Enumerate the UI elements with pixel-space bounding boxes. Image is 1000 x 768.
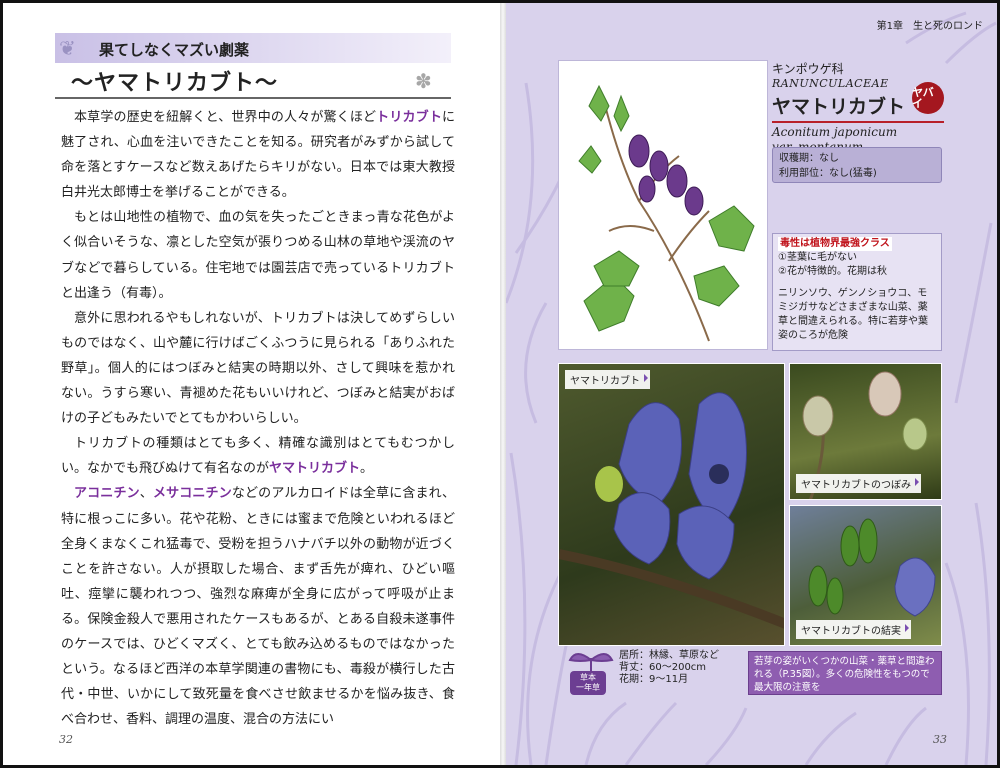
- section-header: ❦ 果てしなくマズい劇薬: [55, 33, 451, 63]
- body-text-run: などのアルカロイドは全草に含まれ、特に根っこに多い。花や花粉、ときには蜜まで危険…: [61, 486, 455, 728]
- family-kana: キンポウゲ科: [772, 62, 844, 76]
- section-header-text: 果てしなくマズい劇薬: [99, 41, 250, 59]
- fruit-photo: ヤマトリカブトの結実: [789, 505, 942, 646]
- highlighted-term: トリカブト: [376, 110, 442, 125]
- height-text: 背丈：60～200cm: [619, 662, 707, 673]
- right-page: 第1章 生と死のロンド キンポウゲ科 RANUNCULACEAE ヤマトリカブト…: [506, 3, 997, 765]
- botanical-illustration: [558, 60, 768, 350]
- highlighted-term: アコニチン: [74, 486, 140, 502]
- flower-photo: ヤマトリカブト: [558, 363, 785, 646]
- highlighted-term: ヤマトリカブト: [269, 461, 361, 477]
- harvest-text: 収穫期：なし: [779, 153, 839, 164]
- photo-caption-2: ヤマトリカブトのつぼみ: [796, 474, 921, 493]
- body-paragraph: もとは山地性の植物で、血の気を失ったごときまっ青な花色がよく似合いそうな、凛とし…: [61, 205, 455, 305]
- body-text: 本草学の歴史を紐解くと、世界中の人々が驚くほどトリカブトに魅了され、心血を注いで…: [61, 105, 455, 732]
- habitat-info: 居所：林縁、草原など 背丈：60～200cm 花期：9～11月: [619, 650, 719, 686]
- toxicity-box: 毒性は植物界最強クラス ①茎葉に毛がない ②花が特徴的。花期は秋 ニリンソウ、ゲ…: [772, 233, 942, 351]
- page-number-right: 33: [933, 733, 947, 746]
- flower-photo-icon: [559, 392, 784, 629]
- caution-note: 若芽の姿がいくつかの山菜・薬草と間違われる（P.35図）。多くの危険性をもつので…: [748, 651, 942, 695]
- body-paragraph: トリカブトの種類はとても多く、精確な識別はとてもむつかしい。なかでも飛びぬけて有…: [61, 431, 455, 481]
- photo-caption-1: ヤマトリカブト: [565, 370, 650, 389]
- body-text-run: 意外に思われるやもしれないが、トリカブトは決してめずらしいものではなく、山や麓に…: [61, 310, 455, 427]
- name-underline: [772, 121, 944, 123]
- page-number-left: 32: [59, 733, 73, 746]
- body-paragraph: アコニチン、メサコニチンなどのアルカロイドは全草に含まれ、特に根っこに多い。花や…: [61, 481, 455, 732]
- category-label: 草本 一年草: [570, 671, 606, 695]
- bud-photo: ヤマトリカブトのつぼみ: [789, 363, 942, 500]
- body-text-run: 本草学の歴史を紐解くと、世界中の人々が驚くほど: [74, 110, 377, 125]
- danger-badge: ヤバイ: [912, 82, 944, 114]
- body-paragraph: 意外に思われるやもしれないが、トリカブトは決してめずらしいものではなく、山や麓に…: [61, 306, 455, 431]
- body-text-run: もとは山地性の植物で、血の気を失ったごときまっ青な花色がよく似合いそうな、凛とし…: [61, 210, 455, 301]
- body-paragraph: 本草学の歴史を紐解くと、世界中の人々が驚くほどトリカブトに魅了され、心血を注いで…: [61, 105, 455, 205]
- scientific-name-1: Aconitum japonicum: [772, 125, 898, 139]
- usage-text: 利用部位：なし(猛毒): [779, 168, 877, 179]
- feature-2: ②花が特徴的。花期は秋: [778, 266, 887, 277]
- plant-silhouette-icon: [568, 653, 614, 672]
- seal-mark-icon: ✽: [415, 69, 432, 93]
- body-text-run: 。: [360, 461, 374, 477]
- body-text-run: トリカブトの種類はとても多く、精確な識別はとてもむつかしい。なかでも飛びぬけて有…: [61, 436, 455, 477]
- leaf-ornament-icon: ❦: [59, 36, 76, 60]
- feature-1: ①茎葉に毛がない: [778, 252, 857, 263]
- page-title: ～ヤマトリカブト～: [71, 71, 279, 96]
- habitat-text: 居所：林縁、草原など: [619, 650, 719, 661]
- title-divider: [55, 97, 451, 99]
- aconite-drawing-icon: [578, 84, 755, 342]
- confusion-note: ニリンソウ、ゲンノショウコ、モミジガサなどさまざまな山菜、薬草と間違えられる。特…: [778, 288, 928, 341]
- toxicity-title: 毒性は植物界最強クラス: [778, 237, 892, 251]
- usage-box: 収穫期：なし 利用部位：なし(猛毒): [772, 147, 942, 183]
- photo-caption-3: ヤマトリカブトの結実: [796, 620, 911, 639]
- left-page: ❦ 果てしなくマズい劇薬 ～ヤマトリカブト～ ✽ 本草学の歴史を紐解くと、世界中…: [3, 3, 500, 765]
- chapter-label: 第1章 生と死のロンド: [876, 21, 983, 32]
- flowering-text: 花期：9～11月: [619, 674, 689, 685]
- body-text-run: 、: [139, 486, 153, 502]
- highlighted-term: メサコニチン: [152, 486, 232, 502]
